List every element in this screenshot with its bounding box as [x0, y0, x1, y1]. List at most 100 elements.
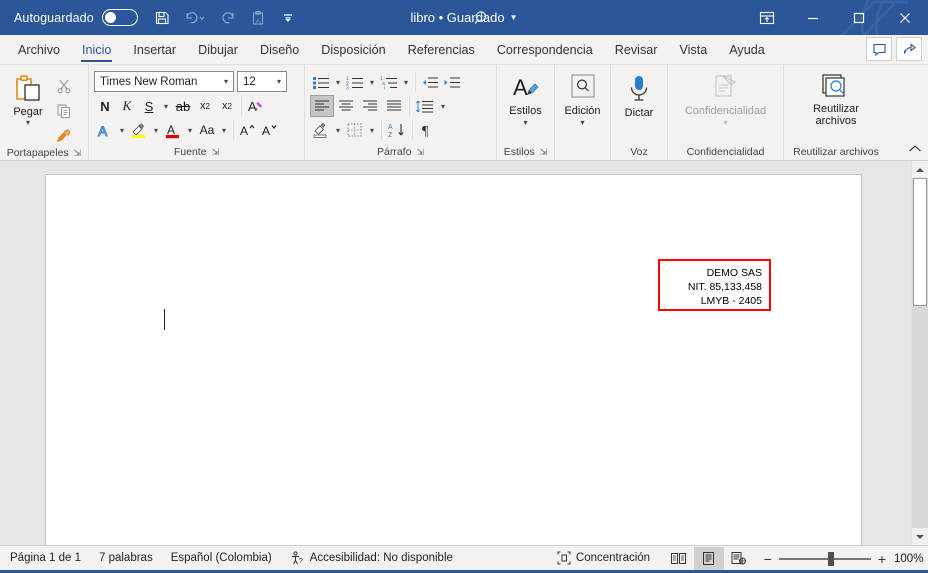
show-formatting-marks-icon[interactable]: ¶ [416, 119, 438, 141]
zoom-slider-thumb[interactable] [827, 551, 834, 566]
status-accessibility[interactable]: ? Accesibilidad: No disponible [281, 551, 462, 565]
tab-archivo[interactable]: Archivo [7, 35, 71, 64]
justify-icon[interactable] [382, 95, 406, 117]
clear-formatting-icon[interactable]: A [245, 95, 267, 117]
align-center-icon[interactable] [334, 95, 358, 117]
print-layout-icon[interactable] [693, 547, 724, 570]
clipboard-dialog-launcher[interactable]: ⇲ [74, 148, 82, 159]
copy-icon[interactable] [51, 100, 77, 122]
sort-icon[interactable]: AZ [385, 119, 409, 141]
multilevel-list-icon[interactable]: 1ai [378, 71, 400, 93]
zoom-in-button[interactable]: + [878, 552, 886, 566]
confidentiality-button[interactable]: Confidencialidad ▾ [673, 71, 778, 127]
styles-button[interactable]: A Estilos ▾ [502, 71, 549, 127]
collapse-ribbon-icon[interactable] [908, 143, 922, 158]
tab-dibujar[interactable]: Dibujar [187, 35, 249, 64]
tab-diseno[interactable]: Diseño [249, 35, 310, 64]
customize-qat-icon[interactable] [274, 5, 302, 31]
strikethrough-button[interactable]: ab [172, 95, 194, 117]
read-mode-icon[interactable] [664, 547, 694, 570]
text-highlight-icon[interactable] [128, 119, 150, 141]
undo-icon[interactable] [178, 5, 212, 31]
stamp-box[interactable]: DEMO SAS NIT. 85,133,458 LMYB - 2405 [658, 259, 771, 311]
autosave-switch[interactable] [101, 9, 138, 26]
styles-chevron-down-icon[interactable]: ▾ [523, 118, 527, 127]
text-effects-chevron-down-icon[interactable]: ▾ [116, 119, 128, 141]
maximize-icon[interactable] [836, 0, 882, 35]
tab-correspondencia[interactable]: Correspondencia [486, 35, 604, 64]
scroll-up-icon[interactable] [912, 161, 928, 178]
tab-insertar[interactable]: Insertar [122, 35, 187, 64]
styles-dialog-launcher[interactable]: ⇲ [540, 147, 548, 158]
share-button[interactable] [896, 37, 922, 61]
confidentiality-chevron-down-icon[interactable]: ▾ [723, 118, 727, 127]
change-case-button[interactable]: Aa [196, 119, 218, 141]
scrollbar-track[interactable] [912, 178, 928, 528]
text-effects-icon[interactable]: A [94, 119, 116, 141]
italic-button[interactable]: K [116, 95, 138, 117]
subscript-button[interactable]: x2 [194, 95, 216, 117]
line-spacing-icon[interactable] [413, 95, 437, 117]
font-size-combo[interactable]: 12 ▾ [237, 71, 287, 92]
paste-options-icon[interactable]: A [244, 5, 272, 31]
bold-button[interactable]: N [94, 95, 116, 117]
underline-button[interactable]: S [138, 95, 160, 117]
minimize-icon[interactable] [790, 0, 836, 35]
borders-chevron-down-icon[interactable]: ▾ [366, 119, 378, 141]
title-chevron-down-icon[interactable]: ▼ [510, 13, 518, 22]
shrink-font-icon[interactable]: A [259, 119, 281, 141]
align-right-icon[interactable] [358, 95, 382, 117]
line-spacing-chevron-down-icon[interactable]: ▾ [437, 95, 449, 117]
dictate-button[interactable]: Dictar [616, 71, 662, 119]
editing-chevron-down-icon[interactable]: ▾ [580, 118, 584, 127]
tab-ayuda[interactable]: Ayuda [718, 35, 775, 64]
borders-icon[interactable] [344, 119, 366, 141]
search-box[interactable] [472, 0, 492, 35]
zoom-percent[interactable]: 100% [894, 553, 928, 565]
editing-button[interactable]: Edición ▾ [560, 71, 605, 127]
cut-icon[interactable] [51, 75, 77, 97]
tab-vista[interactable]: Vista [668, 35, 718, 64]
change-case-chevron-down-icon[interactable]: ▾ [218, 119, 230, 141]
format-painter-icon[interactable] [51, 125, 77, 147]
grow-font-icon[interactable]: A [237, 119, 259, 141]
ribbon-display-options-icon[interactable] [744, 0, 790, 35]
redo-icon[interactable] [214, 5, 242, 31]
font-color-chevron-down-icon[interactable]: ▾ [184, 119, 196, 141]
align-left-icon[interactable] [310, 95, 334, 117]
font-color-icon[interactable]: A [162, 119, 184, 141]
status-page[interactable]: Página 1 de 1 [0, 552, 90, 564]
autosave-toggle[interactable]: Autoguardado [14, 9, 138, 26]
zoom-slider[interactable] [778, 551, 871, 566]
document-area[interactable]: DEMO SAS NIT. 85,133,458 LMYB - 2405 [0, 161, 928, 545]
reuse-files-button[interactable]: Reutilizar archivos [789, 71, 883, 127]
paragraph-dialog-launcher[interactable]: ⇲ [416, 147, 424, 158]
zoom-control[interactable]: − + [754, 551, 894, 566]
shading-icon[interactable] [310, 119, 332, 141]
superscript-button[interactable]: x2 [216, 95, 238, 117]
font-name-chevron-down-icon[interactable]: ▾ [222, 77, 230, 86]
underline-chevron-down-icon[interactable]: ▾ [160, 95, 172, 117]
decrease-indent-icon[interactable] [419, 71, 441, 93]
bullet-list-icon[interactable] [310, 71, 332, 93]
shading-chevron-down-icon[interactable]: ▾ [332, 119, 344, 141]
bullet-list-chevron-down-icon[interactable]: ▾ [332, 71, 344, 93]
status-words[interactable]: 7 palabras [90, 552, 162, 564]
close-icon[interactable] [882, 0, 928, 35]
vertical-scrollbar[interactable] [911, 161, 928, 545]
paste-chevron-down-icon[interactable]: ▾ [26, 119, 30, 127]
tab-revisar[interactable]: Revisar [604, 35, 669, 64]
font-dialog-launcher[interactable]: ⇲ [212, 147, 220, 158]
tab-inicio[interactable]: Inicio [71, 35, 122, 64]
numbered-list-icon[interactable]: 123 [344, 71, 366, 93]
web-layout-icon[interactable] [724, 547, 754, 570]
zoom-out-button[interactable]: − [764, 552, 772, 566]
increase-indent-icon[interactable] [441, 71, 463, 93]
tab-referencias[interactable]: Referencias [397, 35, 486, 64]
tab-disposicion[interactable]: Disposición [310, 35, 396, 64]
save-icon[interactable] [148, 5, 176, 31]
document-page[interactable]: DEMO SAS NIT. 85,133,458 LMYB - 2405 [45, 174, 862, 545]
highlight-chevron-down-icon[interactable]: ▾ [150, 119, 162, 141]
font-name-combo[interactable]: Times New Roman ▾ [94, 71, 234, 92]
status-focus[interactable]: Concentración [548, 551, 659, 565]
